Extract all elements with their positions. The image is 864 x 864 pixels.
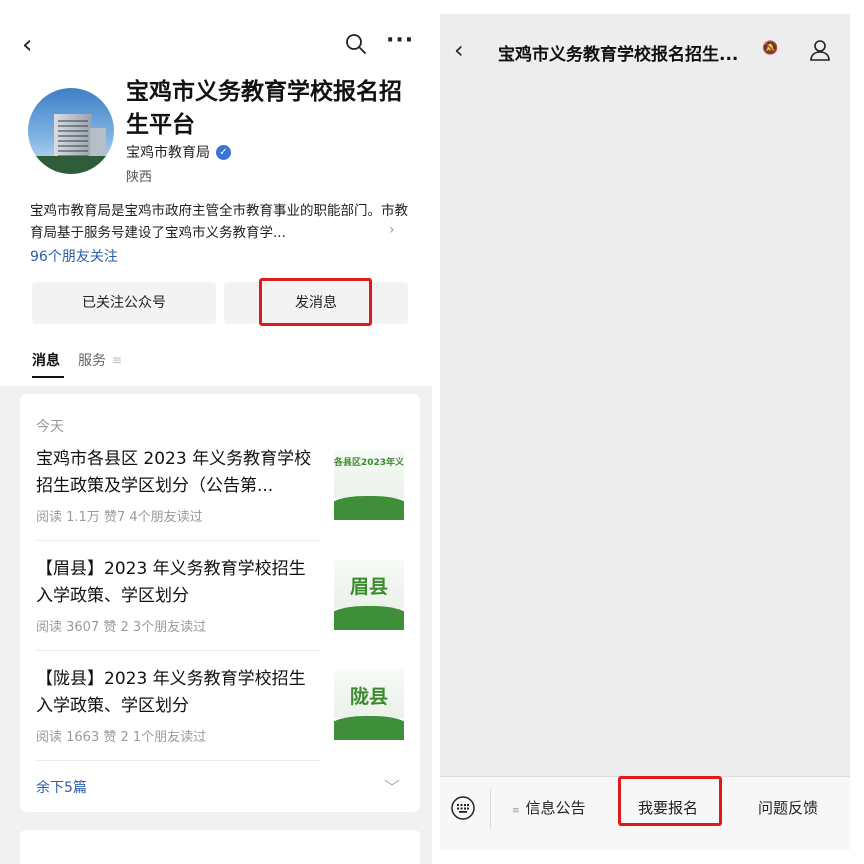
keyboard-icon[interactable]: [450, 795, 476, 821]
tab-services[interactable]: 服务: [78, 350, 106, 376]
article-title[interactable]: 宝鸡市各县区 2023 年义务教育学校招生政策及学区划分（公告第...: [36, 446, 318, 500]
org-name[interactable]: 宝鸡市教育局: [126, 142, 210, 162]
search-icon[interactable]: [344, 32, 368, 56]
chevron-down-icon[interactable]: ﹀: [384, 774, 400, 798]
chat-panel: ‹ 宝鸡市义务教育学校报名招生... 🔕 ≡ 信息公告 我要报名 问题反馈: [440, 14, 850, 850]
divider: [36, 650, 320, 651]
remaining-articles-link[interactable]: 余下5篇: [36, 777, 87, 797]
chat-topbar: ‹ 宝鸡市义务教育学校报名招生... 🔕: [440, 32, 850, 72]
highlight-box: [259, 278, 372, 326]
article-title[interactable]: 【眉县】2023 年义务教育学校招生入学政策、学区划分: [36, 556, 318, 610]
menu-feedback[interactable]: 问题反馈: [758, 797, 818, 818]
org-row[interactable]: 宝鸡市教育局 ✓: [126, 142, 231, 162]
article-card: 今天 宝鸡市各县区 2023 年义务教育学校招生政策及学区划分（公告第... 阅…: [20, 394, 420, 812]
next-card: [20, 830, 420, 864]
friends-following-link[interactable]: 96个朋友关注: [30, 246, 118, 266]
article-title[interactable]: 【陇县】2023 年义务教育学校招生入学政策、学区划分: [36, 666, 318, 720]
verified-icon: ✓: [216, 144, 231, 160]
divider: [36, 760, 320, 761]
article-thumbnail[interactable]: 陇县: [334, 670, 404, 740]
menu-lines-icon: ≡: [512, 806, 520, 816]
profile-topbar: ‹ ···: [0, 24, 432, 68]
date-label: 今天: [36, 419, 64, 435]
list-item[interactable]: 宝鸡市各县区 2023 年义务教育学校招生政策及学区划分（公告第... 阅读 1…: [36, 446, 404, 526]
article-thumbnail[interactable]: 眉县: [334, 560, 404, 630]
thumbnail-text: 陇县: [349, 686, 388, 708]
back-icon[interactable]: ‹: [454, 36, 464, 64]
menu-icon[interactable]: ≡: [112, 353, 122, 373]
divider: [490, 789, 491, 829]
article-meta: 阅读 1663 赞 2 1个朋友读过: [36, 730, 207, 745]
article-meta: 阅读 1.1万 赞7 4个朋友读过: [36, 510, 203, 525]
divider: [36, 540, 320, 541]
account-description[interactable]: 宝鸡市教育局是宝鸡市政府主管全市教育事业的职能部门。市教育局基于服务号建设了宝鸡…: [30, 200, 408, 244]
followed-button[interactable]: 已关注公众号: [32, 282, 216, 324]
region-label: 陕西: [126, 170, 153, 185]
article-meta: 阅读 3607 赞 2 3个朋友读过: [36, 620, 207, 635]
mute-icon: 🔕: [762, 41, 779, 56]
thumbnail-text: 各县区2023年义 招生政策及学区: [334, 458, 404, 468]
back-icon[interactable]: ‹: [22, 32, 46, 60]
thumbnail-text: 眉县: [349, 576, 388, 598]
profile-tabs: 消息 服务 ≡: [32, 350, 122, 378]
list-item[interactable]: 【陇县】2023 年义务教育学校招生入学政策、学区划分 阅读 1663 赞 2 …: [36, 666, 404, 746]
menu-label[interactable]: 信息公告: [526, 799, 586, 817]
avatar: [28, 88, 114, 174]
person-icon[interactable]: [808, 38, 832, 62]
account-name: 宝鸡市义务教育学校报名招生平台: [126, 79, 402, 138]
chevron-right-icon[interactable]: ›: [389, 222, 395, 238]
tab-messages[interactable]: 消息: [32, 350, 64, 378]
article-thumbnail[interactable]: 各县区2023年义 招生政策及学区: [334, 450, 404, 520]
list-item[interactable]: 【眉县】2023 年义务教育学校招生入学政策、学区划分 阅读 3607 赞 2 …: [36, 556, 404, 636]
chat-title: 宝鸡市义务教育学校报名招生...: [498, 45, 739, 65]
highlight-box: [618, 776, 722, 826]
menu-info-announcements[interactable]: ≡ 信息公告: [512, 797, 586, 818]
account-profile-panel: ‹ ··· 宝鸡市义务教育学校报名招生平台 宝鸡市教育局 ✓ 陕西 宝鸡市教育局…: [0, 0, 432, 864]
more-icon[interactable]: ···: [386, 28, 414, 53]
